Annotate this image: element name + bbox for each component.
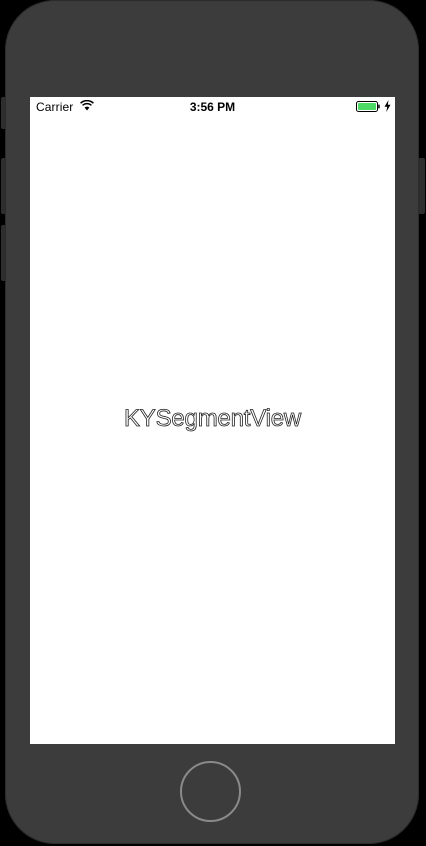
power-button[interactable] [419, 158, 425, 214]
screen-title: KYSegmentView [123, 405, 302, 433]
battery-icon [356, 101, 380, 112]
status-time: 3:56 PM [189, 100, 236, 114]
status-bar: Carrier 3:56 PM [30, 97, 395, 117]
charging-bolt-icon [384, 100, 391, 112]
simulator-stage: Carrier 3:56 PM KYSegmentView [0, 0, 426, 846]
app-screen: Carrier 3:56 PM KYSegmentView [30, 97, 395, 744]
home-button[interactable] [180, 761, 241, 822]
